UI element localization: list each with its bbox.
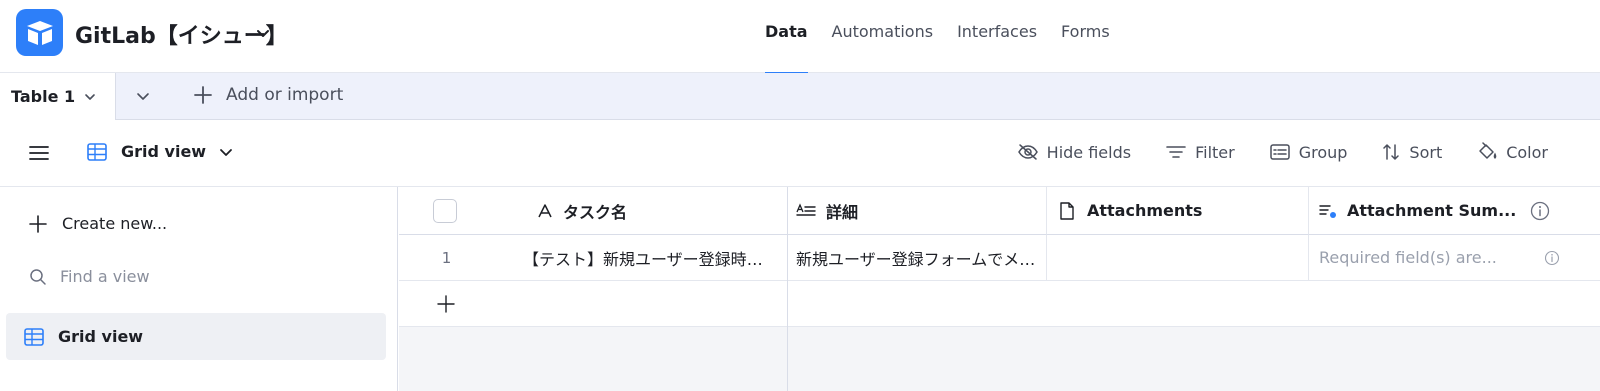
views-sidebar: Create new... Find a view Grid view: [0, 187, 398, 391]
color-button[interactable]: Color: [1476, 142, 1548, 162]
create-new-view-button[interactable]: Create new...: [29, 214, 167, 233]
search-icon: [30, 268, 46, 285]
info-icon[interactable]: [1530, 201, 1550, 221]
table-row-primary-cell[interactable]: 1 【テスト】新規ユーザー登録時の...: [399, 235, 788, 281]
view-switcher[interactable]: Grid view: [87, 142, 234, 161]
find-view-input[interactable]: Find a view: [29, 267, 150, 286]
text-a-icon: [538, 203, 552, 217]
sort-icon: [1383, 144, 1400, 160]
base-logo-icon[interactable]: [16, 9, 63, 56]
column-header-label[interactable]: タスク名: [563, 199, 627, 223]
tab-interfaces[interactable]: Interfaces: [957, 0, 1037, 73]
table-tab-current[interactable]: Table 1: [0, 73, 116, 120]
top-nav: Data Automations Interfaces Forms: [765, 0, 1134, 74]
details-cell-text: 新規ユーザー登録フォームでメー...: [796, 249, 1040, 269]
hide-fields-button[interactable]: Hide fields: [1017, 143, 1131, 162]
chevron-down-icon[interactable]: [83, 90, 97, 104]
add-row[interactable]: [399, 281, 1600, 327]
view-bar: Grid view Hide fields Filter Group Sort …: [0, 120, 1600, 187]
plus-icon: [29, 214, 47, 233]
group-button[interactable]: Group: [1269, 142, 1348, 162]
add-or-import-label: Add or import: [226, 85, 344, 105]
filter-button[interactable]: Filter: [1165, 143, 1235, 162]
grid-view-icon: [87, 142, 107, 161]
select-all-checkbox[interactable]: [433, 198, 457, 223]
top-bar: GitLab【イシュー】 Data Automations Interfaces…: [0, 0, 1600, 74]
column-header-label: 詳細: [826, 202, 859, 222]
hamburger-menu-icon[interactable]: [29, 144, 49, 162]
view-toolbar: Hide fields Filter Group Sort Color: [983, 142, 1548, 162]
info-icon[interactable]: [1544, 250, 1560, 266]
tab-forms[interactable]: Forms: [1061, 0, 1110, 73]
column-header-label: Attachment Sum...: [1347, 201, 1517, 220]
eye-slash-icon: [1017, 144, 1038, 160]
header-column-attachment-summary[interactable]: Attachment Sum...: [1309, 187, 1600, 235]
chevron-down-icon[interactable]: [218, 144, 234, 160]
tab-automations[interactable]: Automations: [832, 0, 934, 73]
sidebar-item-grid-view[interactable]: Grid view: [6, 313, 386, 360]
current-view-label: Grid view: [121, 142, 207, 161]
paint-bucket-icon: [1479, 142, 1497, 159]
grid-view-icon: [24, 327, 44, 346]
group-icon: [1269, 144, 1290, 160]
header-primary-column: タスク名: [399, 187, 788, 235]
color-label: Color: [1506, 142, 1548, 162]
table-tab-label: Table 1: [11, 87, 76, 106]
header-column-details[interactable]: 詳細: [788, 187, 1047, 235]
hide-fields-label: Hide fields: [1046, 142, 1132, 162]
details-cell[interactable]: 新規ユーザー登録フォームでメー...: [788, 235, 1047, 281]
chevron-down-icon[interactable]: [254, 24, 272, 42]
file-icon: [1060, 201, 1074, 220]
filter-label: Filter: [1195, 142, 1235, 162]
filter-icon: [1166, 146, 1186, 158]
find-view-placeholder: Find a view: [60, 267, 150, 286]
ai-summary-icon: [1319, 204, 1336, 218]
table-tabs-bar: Table 1 Add or import: [0, 73, 1600, 120]
sidebar-item-label: Grid view: [58, 327, 144, 346]
attachments-cell[interactable]: [1047, 235, 1309, 281]
long-text-icon: [796, 202, 816, 216]
attachment-summary-cell[interactable]: Required field(s) are...: [1309, 235, 1600, 281]
frozen-column-divider: [787, 187, 788, 391]
group-label: Group: [1298, 142, 1348, 162]
add-or-import-button[interactable]: Add or import: [193, 85, 343, 105]
row-number: 1: [441, 248, 452, 267]
task-name-cell[interactable]: 【テスト】新規ユーザー登録時の...: [523, 246, 771, 270]
plus-icon: [437, 294, 455, 313]
data-grid: タスク名 詳細 Attachments Attachment Sum... 1 …: [399, 187, 1600, 391]
tab-data[interactable]: Data: [765, 0, 808, 74]
attachment-summary-cell-text: Required field(s) are...: [1319, 248, 1497, 267]
header-column-attachments[interactable]: Attachments: [1047, 187, 1309, 235]
plus-icon: [194, 86, 212, 104]
sort-button[interactable]: Sort: [1381, 143, 1442, 162]
create-new-label: Create new...: [62, 214, 168, 233]
column-header-label: Attachments: [1087, 201, 1203, 220]
sort-label: Sort: [1409, 142, 1443, 162]
more-tables-chevron-icon[interactable]: [134, 87, 152, 105]
